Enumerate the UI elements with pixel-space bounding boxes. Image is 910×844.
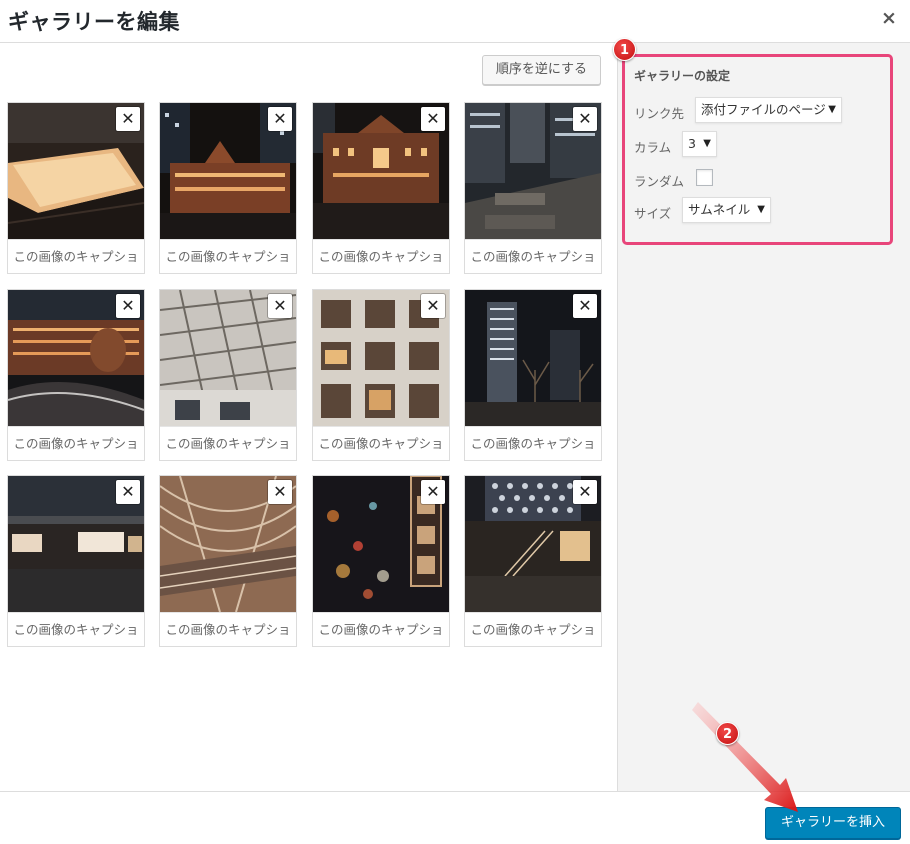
gallery-item[interactable]: ✕ この画像のキャプショ bbox=[313, 290, 449, 460]
caption-field[interactable]: この画像のキャプショ bbox=[465, 612, 601, 646]
gallery-item[interactable]: ✕ この画像のキャプショ bbox=[465, 476, 601, 646]
gallery-area: 順序を逆にする ✕ この画像のキャプショ ✕ この画像のキャプショ ✕ この画像… bbox=[0, 43, 617, 791]
caption-field[interactable]: この画像のキャプショ bbox=[160, 426, 296, 460]
remove-icon[interactable]: ✕ bbox=[116, 480, 140, 504]
caption-field[interactable]: この画像のキャプショ bbox=[313, 239, 449, 273]
gallery-item[interactable]: ✕ この画像のキャプショ bbox=[465, 103, 601, 273]
caption-field[interactable]: この画像のキャプショ bbox=[465, 239, 601, 273]
caption-field[interactable]: この画像のキャプショ bbox=[8, 426, 144, 460]
caption-field[interactable]: この画像のキャプショ bbox=[8, 612, 144, 646]
remove-icon[interactable]: ✕ bbox=[421, 294, 445, 318]
reverse-order-button[interactable]: 順序を逆にする bbox=[481, 55, 601, 85]
gallery-item[interactable]: ✕ この画像のキャプショ bbox=[465, 290, 601, 460]
step-badge-1: 1 bbox=[613, 38, 636, 61]
remove-icon[interactable]: ✕ bbox=[421, 480, 445, 504]
settings-highlight-box bbox=[622, 54, 893, 245]
gallery-item[interactable]: ✕ この画像のキャプショ bbox=[8, 103, 144, 273]
gallery-item[interactable]: ✕ この画像のキャプショ bbox=[160, 476, 296, 646]
gallery-item[interactable]: ✕ この画像のキャプショ bbox=[160, 290, 296, 460]
gallery-item[interactable]: ✕ この画像のキャプショ bbox=[160, 103, 296, 273]
insert-gallery-button[interactable]: ギャラリーを挿入 bbox=[764, 807, 901, 839]
remove-icon[interactable]: ✕ bbox=[421, 107, 445, 131]
remove-icon[interactable]: ✕ bbox=[573, 480, 597, 504]
close-icon[interactable]: × bbox=[878, 7, 900, 29]
gallery-item[interactable]: ✕ この画像のキャプショ bbox=[8, 290, 144, 460]
caption-field[interactable]: この画像のキャプショ bbox=[8, 239, 144, 273]
remove-icon[interactable]: ✕ bbox=[268, 480, 292, 504]
caption-field[interactable]: この画像のキャプショ bbox=[160, 239, 296, 273]
remove-icon[interactable]: ✕ bbox=[116, 294, 140, 318]
step-badge-2: 2 bbox=[716, 722, 739, 745]
remove-icon[interactable]: ✕ bbox=[573, 294, 597, 318]
remove-icon[interactable]: ✕ bbox=[268, 107, 292, 131]
modal-header: ギャラリーを編集 × bbox=[0, 0, 910, 43]
gallery-item[interactable]: ✕ この画像のキャプショ bbox=[8, 476, 144, 646]
modal-title: ギャラリーを編集 bbox=[8, 10, 180, 34]
gallery-item[interactable]: ✕ この画像のキャプショ bbox=[313, 476, 449, 646]
gallery-item[interactable]: ✕ この画像のキャプショ bbox=[313, 103, 449, 273]
caption-field[interactable]: この画像のキャプショ bbox=[160, 612, 296, 646]
caption-field[interactable]: この画像のキャプショ bbox=[465, 426, 601, 460]
remove-icon[interactable]: ✕ bbox=[268, 294, 292, 318]
caption-field[interactable]: この画像のキャプショ bbox=[313, 426, 449, 460]
remove-icon[interactable]: ✕ bbox=[116, 107, 140, 131]
modal-footer: ギャラリーを挿入 bbox=[0, 791, 910, 844]
caption-field[interactable]: この画像のキャプショ bbox=[313, 612, 449, 646]
remove-icon[interactable]: ✕ bbox=[573, 107, 597, 131]
